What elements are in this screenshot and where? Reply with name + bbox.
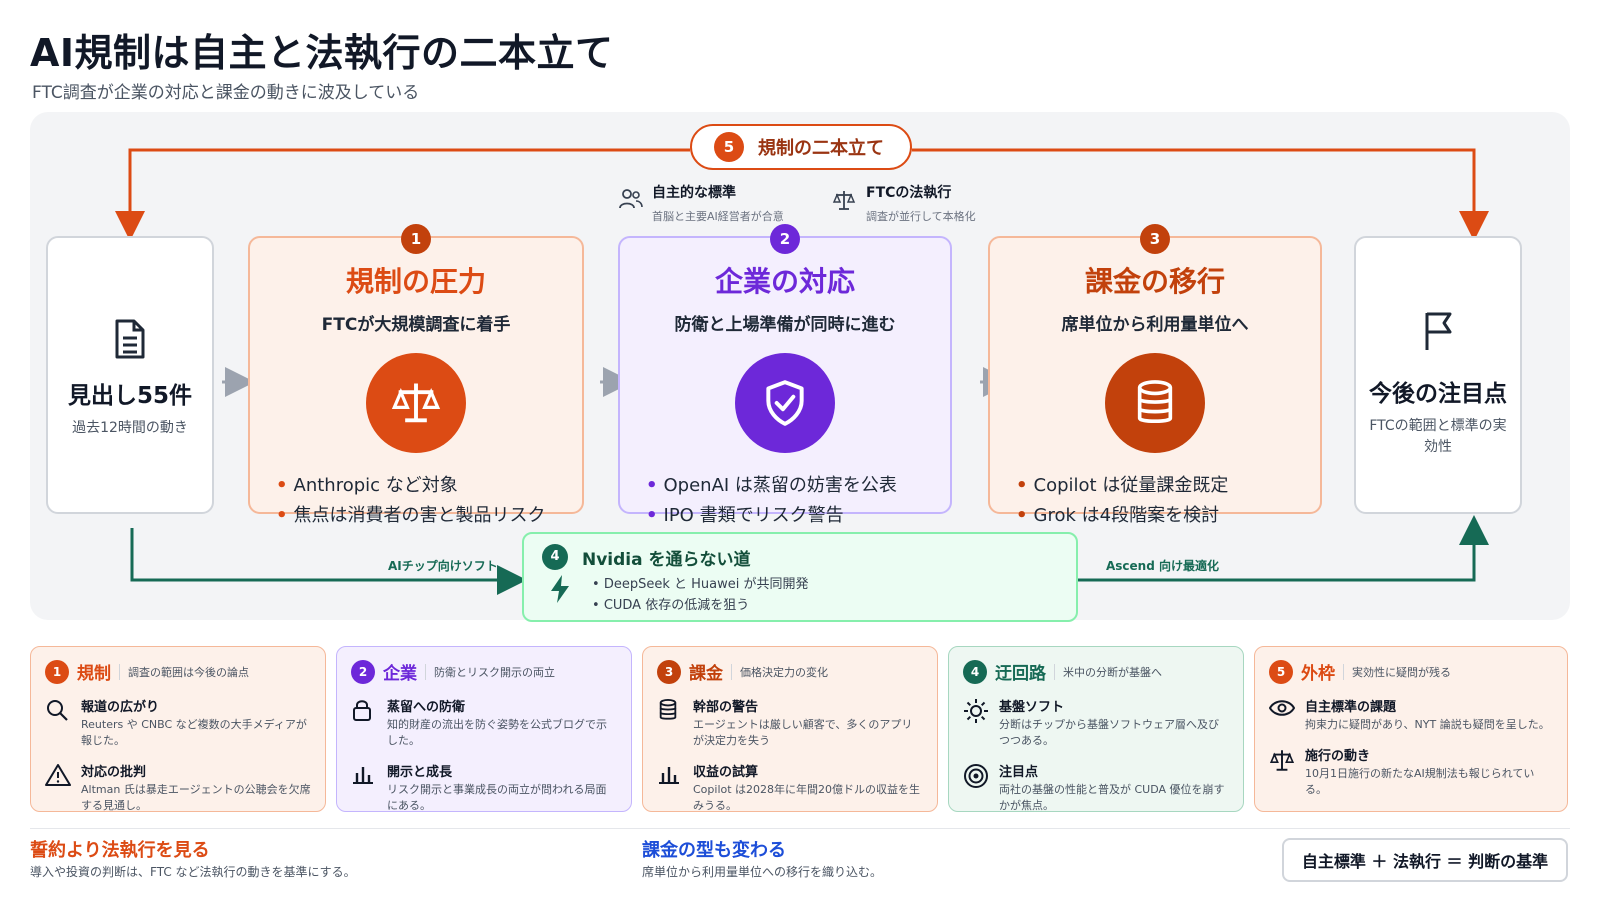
detail-item: 自主標準の課題 拘束力に疑問があり、NYT 論説も疑問を呈した。 bbox=[1268, 696, 1553, 733]
detail-title: 規制 bbox=[77, 664, 111, 684]
detail-badge: 2 bbox=[351, 659, 375, 684]
detail-item: 蒸留への防衛 知的財産の流出を防ぐ姿勢を公式ブログで示した。 bbox=[351, 696, 617, 749]
card-title: 規制の圧力 bbox=[345, 265, 486, 298]
detail-title: 外枠 bbox=[1301, 664, 1335, 684]
card-badge: 1 bbox=[401, 224, 431, 254]
scale-icon bbox=[366, 353, 466, 453]
outlook-title: 今後の注目点 bbox=[1369, 381, 1507, 407]
detail-sub: 調査の範囲は今後の論点 bbox=[128, 665, 249, 679]
scale-icon bbox=[1269, 750, 1295, 771]
headline-period: 過去12時間の動き bbox=[72, 420, 188, 436]
card-title: 企業の対応 bbox=[714, 265, 855, 298]
eye-icon bbox=[1268, 700, 1296, 716]
detail-sub: 実効性に疑問が残る bbox=[1352, 665, 1451, 679]
detail-sub: 米中の分断が基盤へ bbox=[1063, 665, 1162, 679]
detail-badge: 4 bbox=[963, 659, 987, 684]
footer-mid-sub: 席単位から利用量単位への移行を織り込む。 bbox=[642, 865, 883, 879]
document-icon bbox=[115, 319, 145, 359]
bypass-bullet: • CUDA 依存の低減を狙う bbox=[592, 598, 750, 613]
detail-card-billing: 3 課金 価格決定力の変化 幹部の警告 エージェントは厳しい顧客で、多くのアプリが… bbox=[642, 646, 938, 812]
bypass-bullet: • DeepSeek と Huawei が共同開発 bbox=[592, 577, 809, 592]
bypass-right-label: Ascend 向け最適化 bbox=[1106, 559, 1219, 573]
card-regulatory-pressure: 1 規制の圧力 FTCが大規模調査に着手 • Anthropic など対象 • 焦点… bbox=[248, 224, 584, 526]
card-subtitle: FTCが大規模調査に着手 bbox=[321, 315, 511, 335]
loop-label-pill: 5 規制の二本立て bbox=[690, 124, 912, 170]
detail-item: 報道の広がり Reuters や CNBC など複数の大手メディアが報じた。 bbox=[45, 696, 311, 749]
legend-item-ftc: FTCの法執行 調査が並行して本格化 bbox=[832, 182, 976, 224]
database-icon bbox=[659, 699, 677, 720]
detail-title: 企業 bbox=[383, 664, 417, 684]
card-corporate-response: 2 企業の対応 防衛と上場準備が同時に進む • OpenAI は蒸留の妨害を公表 … bbox=[618, 224, 952, 526]
target-icon bbox=[964, 764, 988, 788]
card-bullet: • Grok は4段階案を検討 bbox=[1016, 505, 1220, 526]
bar-chart-icon bbox=[659, 767, 679, 784]
card-title: 課金の移行 bbox=[1084, 265, 1225, 298]
detail-title: 課金 bbox=[689, 664, 723, 684]
card-bullet: • Copilot は従量課金既定 bbox=[1016, 475, 1229, 496]
people-icon bbox=[619, 189, 643, 209]
outlook-sub: FTCの範囲と標準の実効性 bbox=[1369, 418, 1507, 455]
loop-arrow-left bbox=[115, 148, 690, 241]
bypass-left-label: AIチップ向けソフト bbox=[388, 559, 498, 573]
loop-badge: 5 bbox=[714, 132, 744, 162]
legend-title: 自主的な標準 bbox=[652, 185, 736, 201]
loop-arrow-right bbox=[912, 148, 1489, 241]
detail-badge: 3 bbox=[657, 659, 681, 684]
detail-item: 収益の試算 Copilot は2028年に年間20億ドルの収益を生みうる。 bbox=[657, 761, 923, 814]
bar-chart-icon bbox=[353, 767, 373, 784]
card-subtitle: 席単位から利用量単位へ bbox=[1061, 315, 1249, 335]
detail-card-bypass: 4 迂回路 米中の分断が基盤へ 基盤ソフト 分断はチップから基盤ソフトウェア層へ及… bbox=[948, 646, 1244, 812]
loop-label: 規制の二本立て bbox=[758, 138, 884, 159]
detail-item: 幹部の警告 エージェントは厳しい顧客で、多くのアプリが決定力を失う bbox=[657, 696, 923, 749]
warning-icon bbox=[45, 764, 71, 786]
legend-sub: 首脳と主要AI経営者が合意 bbox=[652, 210, 784, 223]
detail-card-frame: 5 外枠 実効性に疑問が残る 自主標準の課題 拘束力に疑問があり、NYT 論説も疑… bbox=[1254, 646, 1568, 812]
footer-divider bbox=[30, 828, 1570, 829]
footer-left-title: 誓約より法執行を見る bbox=[30, 840, 210, 861]
flag-icon bbox=[1425, 312, 1452, 350]
database-icon bbox=[1105, 353, 1205, 453]
lightning-icon bbox=[551, 575, 569, 603]
search-icon bbox=[47, 700, 68, 721]
detail-title: 迂回路 bbox=[995, 664, 1046, 684]
bypass-card: 4 Nvidia を通らない道 • DeepSeek と Huawei が共同開… bbox=[522, 532, 1078, 622]
card-bullet: • 焦点は消費者の害と製品リスク bbox=[276, 505, 546, 526]
card-badge: 3 bbox=[1140, 224, 1170, 254]
lock-icon bbox=[353, 700, 371, 721]
footer-left-sub: 導入や投資の判断は、FTC など法執行の動きを基準にする。 bbox=[30, 865, 356, 879]
legend-sub: 調査が並行して本格化 bbox=[866, 210, 976, 223]
legend-title: FTCの法執行 bbox=[866, 185, 952, 201]
card-bullet: • IPO 書類でリスク警告 bbox=[646, 505, 844, 526]
detail-card-regulation: 1 規制 調査の範囲は今後の論点 報道の広がり Reuters や CNBC など… bbox=[30, 646, 326, 812]
detail-item: 基盤ソフト 分断はチップから基盤ソフトウェア層へ及びつつある。 bbox=[963, 696, 1229, 749]
detail-sub: 価格決定力の変化 bbox=[740, 665, 828, 679]
detail-item: 対応の批判 Altman 氏は暴走エージェントの公聴会を欠席する見通し。 bbox=[45, 761, 311, 814]
detail-card-corporate: 2 企業 防衛とリスク開示の両立 蒸留への防衛 知的財産の流出を防ぐ姿勢を公式ブロ… bbox=[336, 646, 632, 812]
card-bullet: • OpenAI は蒸留の妨害を公表 bbox=[646, 475, 897, 496]
footer-summary-box: 自主標準 ＋ 法執行 ＝ 判断の基準 bbox=[1282, 838, 1568, 882]
headline-count-card: 見出し55件 過去12時間の動き bbox=[46, 236, 214, 514]
card-subtitle: 防衛と上場準備が同時に進む bbox=[674, 315, 896, 335]
scale-icon bbox=[832, 191, 856, 210]
detail-item: 施行の動き 10月1日施行の新たなAI規制法も報じられている。 bbox=[1269, 745, 1553, 798]
footer-mid-title: 課金の型も変わる bbox=[642, 840, 786, 861]
legend-item-voluntary: 自主的な標準 首脳と主要AI経営者が合意 bbox=[618, 182, 784, 224]
detail-badge: 1 bbox=[45, 659, 69, 684]
detail-badge: 5 bbox=[1269, 659, 1293, 684]
detail-sub: 防衛とリスク開示の両立 bbox=[434, 665, 555, 679]
shield-check-icon bbox=[735, 353, 835, 453]
headline-count: 見出し55件 bbox=[67, 383, 192, 409]
outlook-card: 今後の注目点 FTCの範囲と標準の実効性 bbox=[1354, 236, 1522, 514]
detail-item: 開示と成長 リスク開示と事業成長の両立が問われる局面にある。 bbox=[351, 761, 617, 814]
card-billing-shift: 3 課金の移行 席単位から利用量単位へ • Copilot は従量課金既定 • Gr… bbox=[988, 224, 1322, 526]
sun-icon bbox=[964, 699, 988, 723]
card-bullet: • Anthropic など対象 bbox=[276, 475, 458, 496]
bypass-title: Nvidia を通らない道 bbox=[582, 550, 751, 570]
card-badge: 2 bbox=[770, 224, 800, 254]
bypass-badge: 4 bbox=[542, 544, 568, 570]
detail-item: 注目点 両社の基盤の性能と普及が CUDA 優位を崩すかが焦点。 bbox=[963, 761, 1229, 814]
